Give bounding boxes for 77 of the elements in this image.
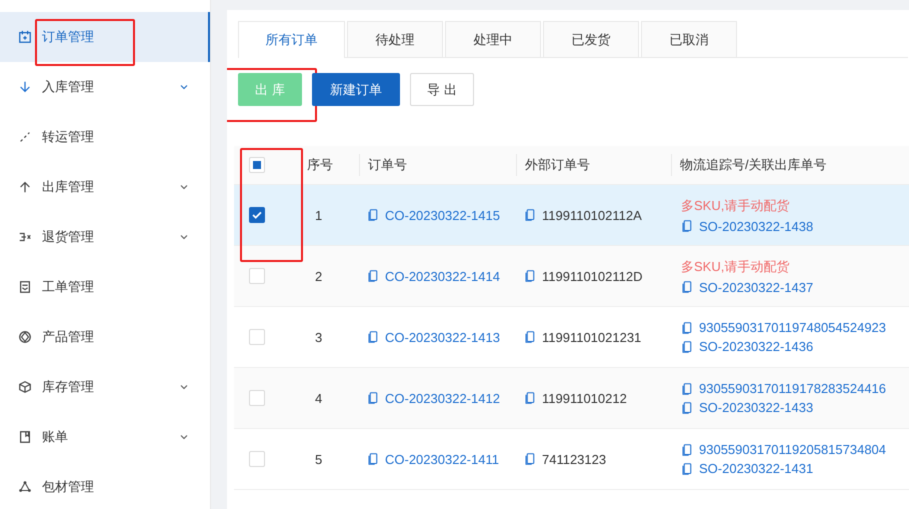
sidebar-item[interactable]: 库存管理	[0, 362, 210, 412]
copy-icon	[681, 320, 694, 334]
up-arrow-icon	[18, 180, 32, 194]
column-header: 物流追踪号/关联出库单号	[680, 156, 827, 174]
copy-icon	[524, 391, 537, 405]
tab[interactable]: 已取消	[641, 21, 737, 57]
copy-icon	[681, 462, 694, 476]
column-header: 序号	[307, 156, 333, 174]
order-link[interactable]: CO-20230322-1412	[385, 390, 500, 406]
copy-icon	[524, 452, 537, 466]
sidebar-item[interactable]: 入库管理	[0, 62, 210, 112]
tracking-link[interactable]: 93055903170119205815734804	[699, 442, 886, 457]
table-row[interactable]: 1 CO-20230322-1415 1199110102112A 多SKU,请手动配货 SO-20230322-1438	[234, 185, 909, 246]
tracking-link[interactable]: SO-20230322-1436	[699, 339, 814, 354]
tracking-link[interactable]: SO-20230322-1438	[699, 218, 814, 234]
copy-icon	[367, 452, 380, 466]
table-cell-text: 4	[314, 390, 322, 406]
table-cell-text: 3	[314, 330, 322, 344]
document-icon	[18, 280, 32, 294]
sidebar-item[interactable]: 账单	[0, 412, 210, 462]
copy-icon	[367, 269, 380, 283]
copy-icon	[524, 269, 537, 283]
tracking-link[interactable]: SO-20230322-1433	[699, 400, 814, 415]
sidebar-item[interactable]: 转运管理	[0, 112, 210, 162]
copy-icon	[681, 382, 694, 396]
tab[interactable]: 已发货	[543, 21, 639, 57]
table-cell: 1199110102112A	[542, 208, 642, 222]
tracking-link[interactable]: SO-20230322-1431	[699, 461, 814, 476]
book-icon	[18, 430, 32, 444]
table-cell: 119911010212	[542, 390, 627, 406]
column-header: 外部订单号	[525, 156, 590, 174]
tab[interactable]: 待处理	[347, 21, 443, 57]
cube-icon	[18, 380, 32, 394]
copy-icon	[681, 400, 694, 414]
copy-icon	[367, 391, 380, 405]
action-button[interactable]: 新建订单	[312, 73, 400, 106]
copy-icon	[681, 219, 694, 233]
copy-icon	[524, 330, 537, 344]
order-link[interactable]: CO-20230322-1411	[385, 452, 499, 466]
table-cell: 1199110102112D	[542, 268, 642, 284]
table-cell: 11991101021231	[542, 330, 642, 344]
down-arrow-icon	[18, 80, 32, 94]
copy-icon	[367, 208, 380, 222]
copy-icon	[681, 280, 694, 294]
table-row[interactable]: 2 CO-20230322-1414 1199110102112D 多SKU,请手动配货 SO-20230322-1437	[234, 246, 909, 307]
order-link[interactable]: CO-20230322-1415	[385, 208, 500, 222]
column-header: 订单号	[368, 156, 407, 174]
copy-icon	[367, 330, 380, 344]
sidebar-item[interactable]: 包材管理	[0, 462, 210, 509]
sidebar-item[interactable]: 工单管理	[0, 262, 210, 312]
nodes-icon	[18, 480, 32, 494]
table-row[interactable]: 4 CO-20230322-1412 119911010212 93055903170119178283524416 SO-20230322-1433	[234, 368, 909, 429]
copy-icon	[681, 340, 694, 354]
tracking-link[interactable]: 93055903170119178283524416	[699, 381, 886, 396]
warning-text: 多SKU,请手动配货	[681, 196, 790, 214]
return-icon	[18, 230, 32, 244]
tab[interactable]: 所有订单	[238, 21, 345, 58]
table-cell-text: 5	[314, 452, 322, 466]
sidebar-item[interactable]: 退货管理	[0, 212, 210, 262]
order-link[interactable]: CO-20230322-1413	[385, 330, 500, 344]
warning-text: 多SKU,请手动配货	[681, 258, 790, 276]
tab[interactable]: 处理中	[445, 21, 541, 57]
row-checkbox[interactable]	[249, 207, 265, 223]
action-button[interactable]: 导 出	[410, 73, 474, 106]
table-cell-text: 2	[314, 268, 322, 284]
sidebar-item[interactable]: 产品管理	[0, 312, 210, 362]
table-cell: 741123123	[542, 452, 606, 466]
table-cell-text: 1	[314, 208, 322, 222]
copy-icon	[681, 442, 694, 456]
box-icon	[18, 330, 32, 344]
select-all-checkbox[interactable]	[249, 157, 265, 173]
tracking-link[interactable]: 93055903170119748054524923	[699, 320, 886, 335]
calendar-icon	[18, 30, 32, 44]
order-link[interactable]: CO-20230322-1414	[385, 268, 500, 284]
sidebar-item[interactable]: 出库管理	[0, 162, 210, 212]
copy-icon	[524, 208, 537, 222]
tracking-link[interactable]: SO-20230322-1437	[699, 280, 814, 294]
